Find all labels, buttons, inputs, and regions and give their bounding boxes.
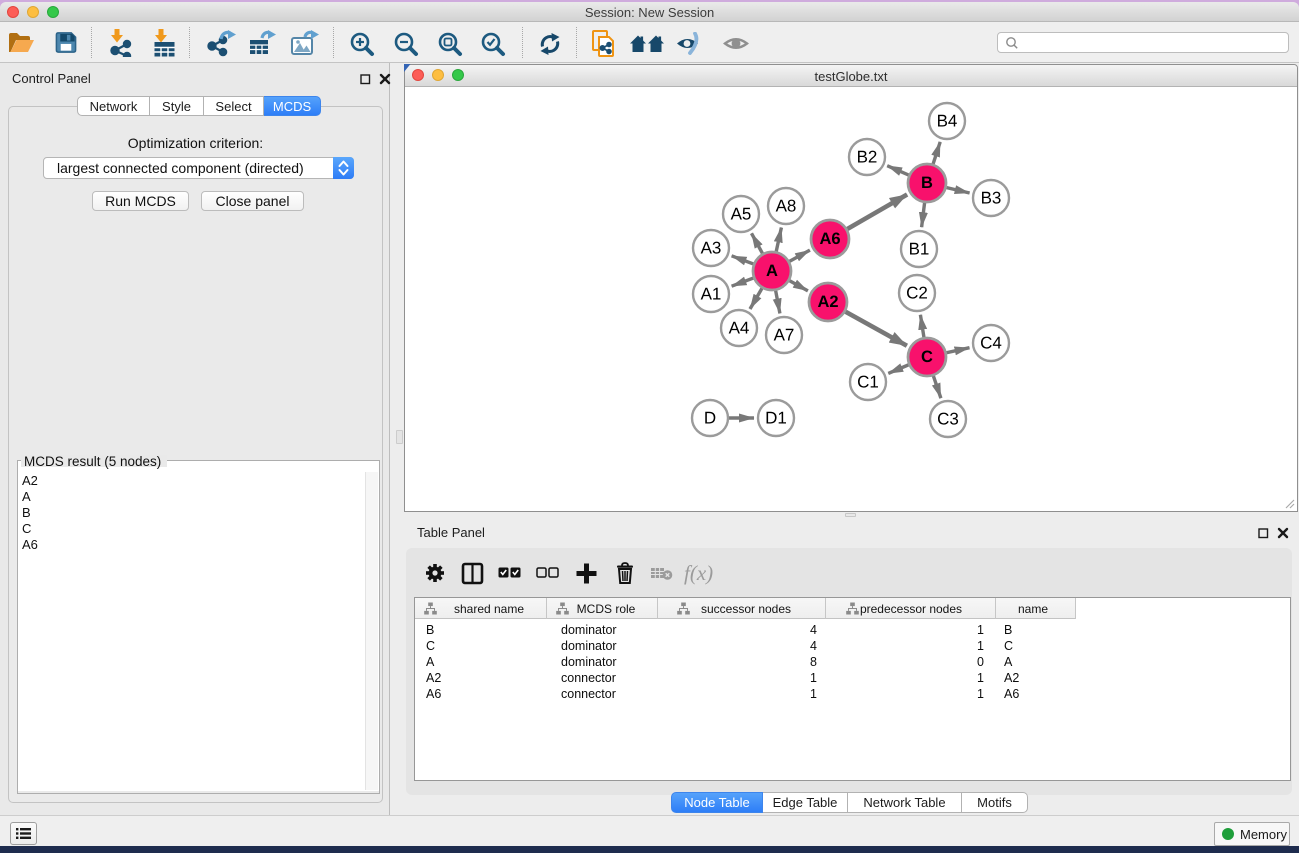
svg-text:A2: A2 (817, 293, 838, 311)
svg-text:C2: C2 (906, 284, 928, 303)
svg-text:B: B (921, 174, 933, 192)
svg-text:A1: A1 (701, 285, 722, 304)
svg-text:A5: A5 (731, 205, 752, 224)
svg-text:D: D (704, 409, 716, 428)
svg-text:B4: B4 (937, 112, 958, 131)
svg-text:B1: B1 (909, 240, 930, 259)
svg-text:C4: C4 (980, 334, 1002, 353)
svg-text:C: C (921, 348, 933, 366)
svg-text:B3: B3 (981, 189, 1002, 208)
svg-text:C3: C3 (937, 410, 959, 429)
svg-text:C1: C1 (857, 373, 879, 392)
svg-text:A7: A7 (774, 326, 795, 345)
svg-text:A6: A6 (819, 230, 840, 248)
svg-text:A4: A4 (729, 319, 750, 338)
svg-text:A8: A8 (776, 197, 797, 216)
svg-text:B2: B2 (857, 148, 878, 167)
svg-text:D1: D1 (765, 409, 787, 428)
svg-text:A3: A3 (701, 239, 722, 258)
svg-text:A: A (766, 262, 778, 280)
